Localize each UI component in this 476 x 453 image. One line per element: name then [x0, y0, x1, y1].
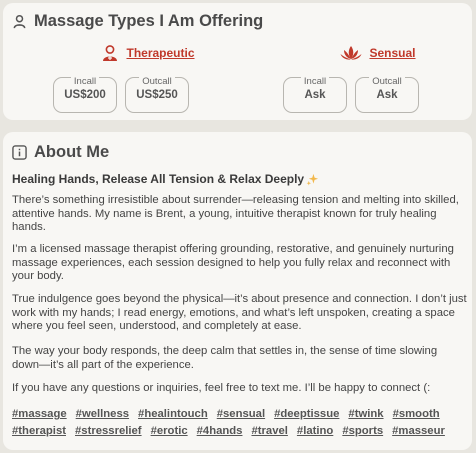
about-paragraph: I’m a licensed massage therapist offerin… — [12, 243, 454, 282]
therapeutic-heading: Therapeutic — [48, 43, 248, 63]
massage-type-sensual: Sensual Incall Ask Outcall Ask — [278, 43, 476, 113]
hashtag-link[interactable]: #twink — [348, 407, 383, 422]
outcall-label: Outcall — [369, 76, 405, 87]
hashtag-link[interactable]: #stressrelief — [75, 424, 142, 439]
sensual-outcall-rate: Outcall Ask — [355, 76, 419, 113]
about-paragraph: There’s something irresistible about sur… — [12, 194, 459, 233]
outcall-label: Outcall — [139, 76, 175, 87]
massage-types-title: Massage Types I Am Offering — [34, 12, 264, 30]
incall-price: US$200 — [64, 89, 106, 101]
about-me-header: About Me — [12, 143, 109, 162]
about-paragraph: The way your body responds, the deep cal… — [12, 345, 438, 371]
hashtag-link[interactable]: #healintouch — [138, 407, 208, 422]
hashtag-link[interactable]: #massage — [12, 407, 67, 422]
sensual-heading: Sensual — [278, 43, 476, 63]
masseur-icon — [13, 14, 26, 29]
incall-label: Incall — [70, 76, 100, 87]
massage-type-therapeutic: Therapeutic Incall US$200 Outcall US$250 — [48, 43, 248, 113]
info-icon — [12, 145, 27, 160]
hashtag-list: #massage #wellness #healintouch #sensual… — [12, 407, 472, 438]
hashtag-link[interactable]: #erotic — [151, 424, 188, 439]
about-paragraph: If you have any questions or inquiries, … — [12, 382, 431, 394]
massage-types-header: Massage Types I Am Offering — [12, 12, 263, 31]
hashtag-link[interactable]: #masseur — [392, 424, 445, 439]
incall-label: Incall — [300, 76, 330, 87]
hashtag-link[interactable]: #therapist — [12, 424, 66, 439]
sparkle-icon — [306, 173, 319, 185]
sensual-link[interactable]: Sensual — [369, 46, 415, 60]
therapeutic-outcall-rate: Outcall US$250 — [125, 76, 189, 113]
about-paragraph: True indulgence goes beyond the physical… — [12, 293, 467, 332]
massage-types-card: Massage Types I Am Offering Therapeutic … — [3, 3, 472, 120]
therapeutic-link[interactable]: Therapeutic — [126, 46, 194, 60]
incall-price: Ask — [304, 89, 326, 101]
about-me-title: About Me — [34, 143, 110, 161]
lotus-icon — [340, 46, 362, 60]
hashtag-link[interactable]: #latino — [297, 424, 333, 439]
hashtag-link[interactable]: #sports — [342, 424, 383, 439]
about-headline: Healing Hands, Release All Tension & Rel… — [12, 172, 319, 186]
hashtag-link[interactable]: #sensual — [217, 407, 265, 422]
therapeutic-incall-rate: Incall US$200 — [53, 76, 117, 113]
sensual-incall-rate: Incall Ask — [283, 76, 347, 113]
hashtag-link[interactable]: #smooth — [393, 407, 440, 422]
hashtag-link[interactable]: #deeptissue — [274, 407, 339, 422]
hashtag-link[interactable]: #travel — [251, 424, 287, 439]
therapist-icon — [103, 45, 118, 61]
hashtag-link[interactable]: #wellness — [76, 407, 129, 422]
about-me-card: About Me Healing Hands, Release All Tens… — [3, 132, 472, 450]
outcall-price: Ask — [376, 89, 398, 101]
headline-text: Healing Hands, Release All Tension & Rel… — [12, 172, 305, 186]
hashtag-link[interactable]: #4hands — [197, 424, 243, 439]
outcall-price: US$250 — [136, 89, 178, 101]
